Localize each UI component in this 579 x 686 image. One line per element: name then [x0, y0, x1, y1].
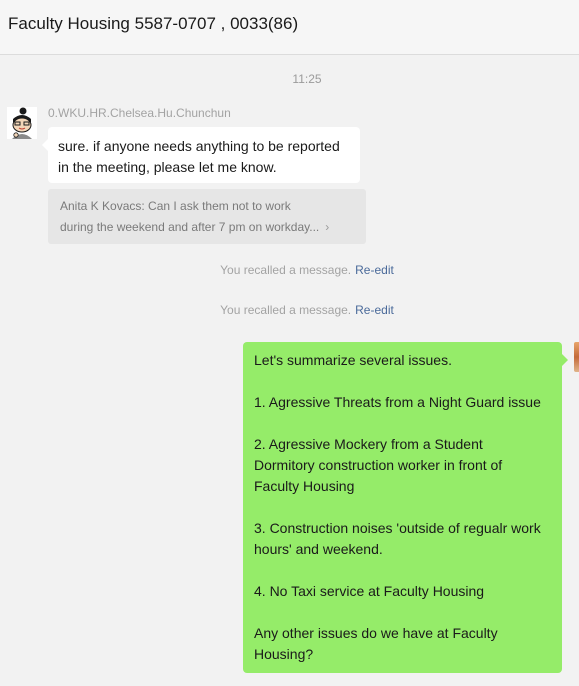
message-line: 3. Construction noises 'outside of regua…: [254, 520, 541, 536]
self-avatar-icon[interactable]: [574, 342, 579, 372]
message-line: 1. Agressive Threats from a Night Guard …: [254, 394, 541, 410]
chat-header: Faculty Housing 5587-0707 , 0033(86): [0, 0, 579, 55]
sender-name: 0.WKU.HR.Chelsea.Hu.Chunchun: [48, 106, 231, 120]
message-line: [254, 497, 551, 518]
message-line: 2. Agressive Mockery from a Student: [254, 436, 483, 452]
quote-line: Anita K Kovacs: Can I ask them not to wo…: [60, 199, 291, 213]
message-line: in the meeting, please let me know.: [58, 159, 277, 175]
recall-notice: You recalled a message. Re-edit: [0, 263, 579, 277]
recall-notice: You recalled a message. Re-edit: [0, 303, 579, 317]
chat-title: Faculty Housing 5587-0707 , 0033(86): [8, 14, 299, 33]
recall-text: You recalled a message.: [220, 303, 352, 317]
message-line: Dormitory construction worker in front o…: [254, 457, 503, 473]
incoming-message-bubble[interactable]: sure. if anyone needs anything to be rep…: [42, 127, 360, 183]
re-edit-link[interactable]: Re-edit: [355, 303, 394, 317]
message-line: [254, 371, 551, 392]
outgoing-message-bubble[interactable]: Let's summarize several issues. 1. Agres…: [243, 342, 568, 673]
message-line: [254, 602, 551, 623]
chevron-right-icon: ›: [325, 220, 330, 234]
chat-window: Faculty Housing 5587-0707 , 0033(86) 11:…: [0, 0, 579, 686]
message-timestamp: 11:25: [292, 72, 322, 86]
quote-line: during the weekend and after 7 pm on wor…: [60, 220, 320, 234]
re-edit-link[interactable]: Re-edit: [355, 263, 394, 277]
cartoon-avatar-icon[interactable]: [7, 107, 37, 139]
recall-text: You recalled a message.: [220, 263, 352, 277]
message-line: Let's summarize several issues.: [254, 352, 452, 368]
message-line: Any other issues do we have at Faculty: [254, 625, 498, 641]
message-line: sure. if anyone needs anything to be rep…: [58, 138, 340, 154]
message-line: Faculty Housing: [254, 478, 355, 494]
message-line: hours' and weekend.: [254, 541, 383, 557]
message-line: [254, 560, 551, 581]
message-line: Housing?: [254, 646, 314, 662]
message-line: [254, 413, 551, 434]
message-line: 4. No Taxi service at Faculty Housing: [254, 583, 485, 599]
quoted-message[interactable]: Anita K Kovacs: Can I ask them not to wo…: [48, 189, 366, 244]
